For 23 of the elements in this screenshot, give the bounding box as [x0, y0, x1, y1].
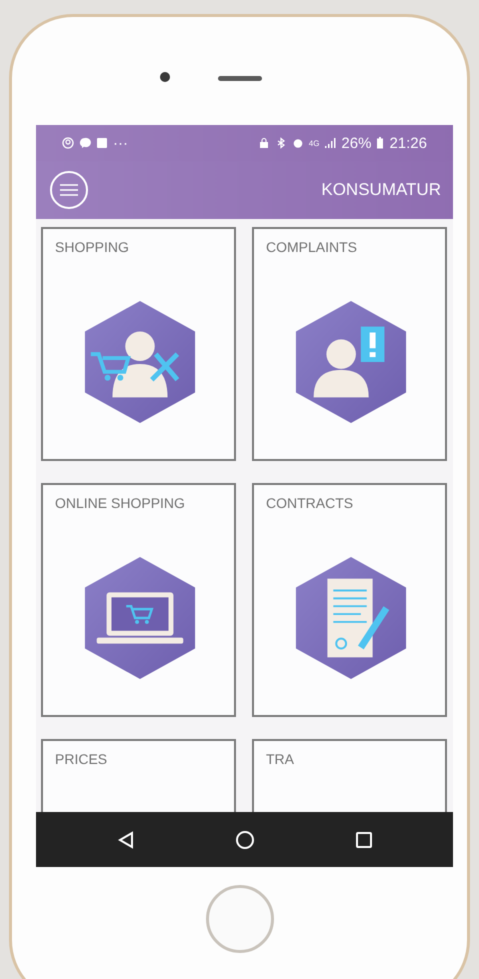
signal-icon	[324, 137, 336, 149]
more-notifications-text: ···	[113, 134, 128, 152]
category-tile[interactable]: CONTRACTS	[252, 483, 447, 717]
chat-bubble-icon	[79, 137, 91, 149]
lock-icon	[258, 137, 270, 149]
menu-icon	[59, 183, 79, 197]
back-icon[interactable]	[116, 830, 136, 850]
category-tile[interactable]: SHOPPING	[41, 227, 236, 461]
category-tile[interactable]: ONLINE SHOPPING	[41, 483, 236, 717]
category-tile[interactable]: PRICES	[41, 739, 236, 812]
category-tile[interactable]: TRA	[252, 739, 447, 812]
account-icon	[62, 137, 74, 149]
battery-icon	[376, 137, 384, 149]
recent-apps-icon[interactable]	[354, 830, 374, 850]
battery-percent-text: 26%	[341, 134, 372, 152]
camera-icon	[160, 72, 170, 82]
clock-text: 21:26	[389, 134, 427, 152]
category-tile[interactable]: COMPLAINTS	[252, 227, 447, 461]
speaker-grille	[218, 76, 262, 80]
app-title: KONSUMATUR	[321, 180, 441, 200]
network-type-text: 4G	[308, 138, 320, 148]
home-icon[interactable]	[234, 830, 254, 850]
menu-button[interactable]	[50, 171, 88, 209]
